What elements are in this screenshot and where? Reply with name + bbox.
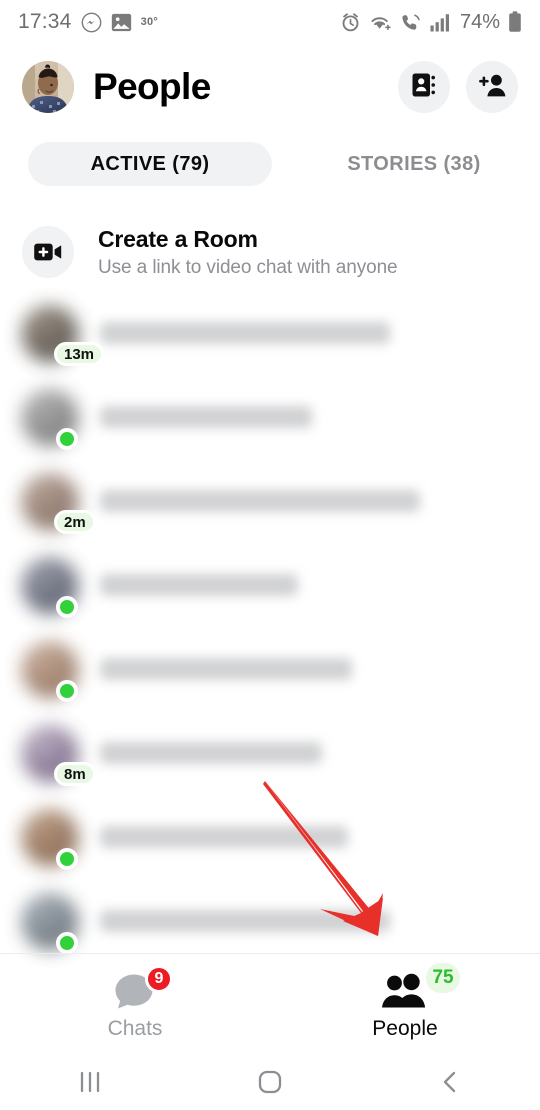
call-icon xyxy=(400,12,422,32)
contact-row[interactable] xyxy=(0,634,540,718)
signal-icon xyxy=(430,13,452,32)
contact-name xyxy=(100,322,390,344)
create-room-title: Create a Room xyxy=(98,225,258,252)
tab-active[interactable]: ACTIVE (79) xyxy=(28,142,272,186)
contact-row[interactable] xyxy=(0,550,540,634)
contact-last-active-badge: 2m xyxy=(54,510,96,534)
bottom-nav: 9 Chats 75 People xyxy=(0,953,540,1058)
header-actions xyxy=(398,61,518,113)
status-bar-right: 74% xyxy=(340,11,522,34)
page-title: People xyxy=(93,66,211,107)
recents-button[interactable] xyxy=(0,1070,180,1099)
people-icon: 75 xyxy=(380,963,460,1011)
battery-percent-label: 74% xyxy=(459,10,500,33)
contacts-book-button[interactable] xyxy=(398,61,450,113)
gallery-icon xyxy=(111,13,132,32)
contact-book-icon xyxy=(410,71,438,104)
contact-name xyxy=(100,826,348,848)
online-status-dot xyxy=(56,848,78,870)
contact-row[interactable]: 8m xyxy=(0,718,540,802)
back-icon xyxy=(438,1069,462,1100)
contact-name xyxy=(100,658,352,680)
temperature-label: 30° xyxy=(140,16,159,28)
nav-chats[interactable]: 9 Chats xyxy=(0,965,270,1041)
alarm-icon xyxy=(340,12,361,33)
home-button[interactable] xyxy=(180,1069,360,1100)
tab-bar: ACTIVE (79) STORIES (38) xyxy=(0,140,540,188)
contact-row[interactable] xyxy=(0,802,540,886)
chats-badge: 9 xyxy=(145,965,173,993)
create-room-row[interactable]: Create a Room Use a link to video chat w… xyxy=(0,214,540,290)
avatar[interactable] xyxy=(22,61,74,113)
back-button[interactable] xyxy=(360,1069,540,1100)
contact-name xyxy=(100,574,298,596)
add-person-icon xyxy=(477,71,507,104)
online-status-dot xyxy=(56,596,78,618)
contact-last-active-badge: 13m xyxy=(54,342,105,366)
contact-last-active-badge: 8m xyxy=(54,762,96,786)
contact-list[interactable]: 13m 2m 8m xyxy=(0,298,540,958)
app-header: People xyxy=(0,48,540,126)
add-person-button[interactable] xyxy=(466,61,518,113)
online-status-dot xyxy=(56,680,78,702)
nav-chats-label: Chats xyxy=(107,1017,163,1040)
status-time: 17:34 xyxy=(18,10,72,33)
create-room-subtitle: Use a link to video chat with anyone xyxy=(98,256,398,278)
contact-row[interactable] xyxy=(0,382,540,466)
wifi-icon xyxy=(369,12,392,32)
contact-row[interactable]: 13m xyxy=(0,298,540,382)
status-bar: 17:34 30° 74% xyxy=(0,0,540,44)
contact-name xyxy=(100,490,420,512)
status-bar-left: 17:34 30° xyxy=(18,10,158,34)
contact-row[interactable]: 2m xyxy=(0,466,540,550)
contact-name xyxy=(100,406,312,428)
nav-people-label: People xyxy=(372,1017,438,1040)
recents-icon xyxy=(77,1070,103,1099)
people-badge: 75 xyxy=(426,963,460,993)
tab-stories[interactable]: STORIES (38) xyxy=(314,142,514,186)
online-status-dot xyxy=(56,932,78,954)
chat-bubble-icon: 9 xyxy=(113,965,173,1011)
contact-name xyxy=(100,910,390,932)
create-room-text: Create a Room Use a link to video chat w… xyxy=(98,226,398,279)
home-icon xyxy=(257,1069,283,1100)
messenger-icon xyxy=(81,12,102,33)
video-plus-icon xyxy=(22,226,74,278)
battery-icon xyxy=(508,11,522,33)
online-status-dot xyxy=(56,428,78,450)
android-nav-bar xyxy=(0,1058,540,1110)
contact-name xyxy=(100,742,322,764)
nav-people[interactable]: 75 People xyxy=(270,963,540,1041)
